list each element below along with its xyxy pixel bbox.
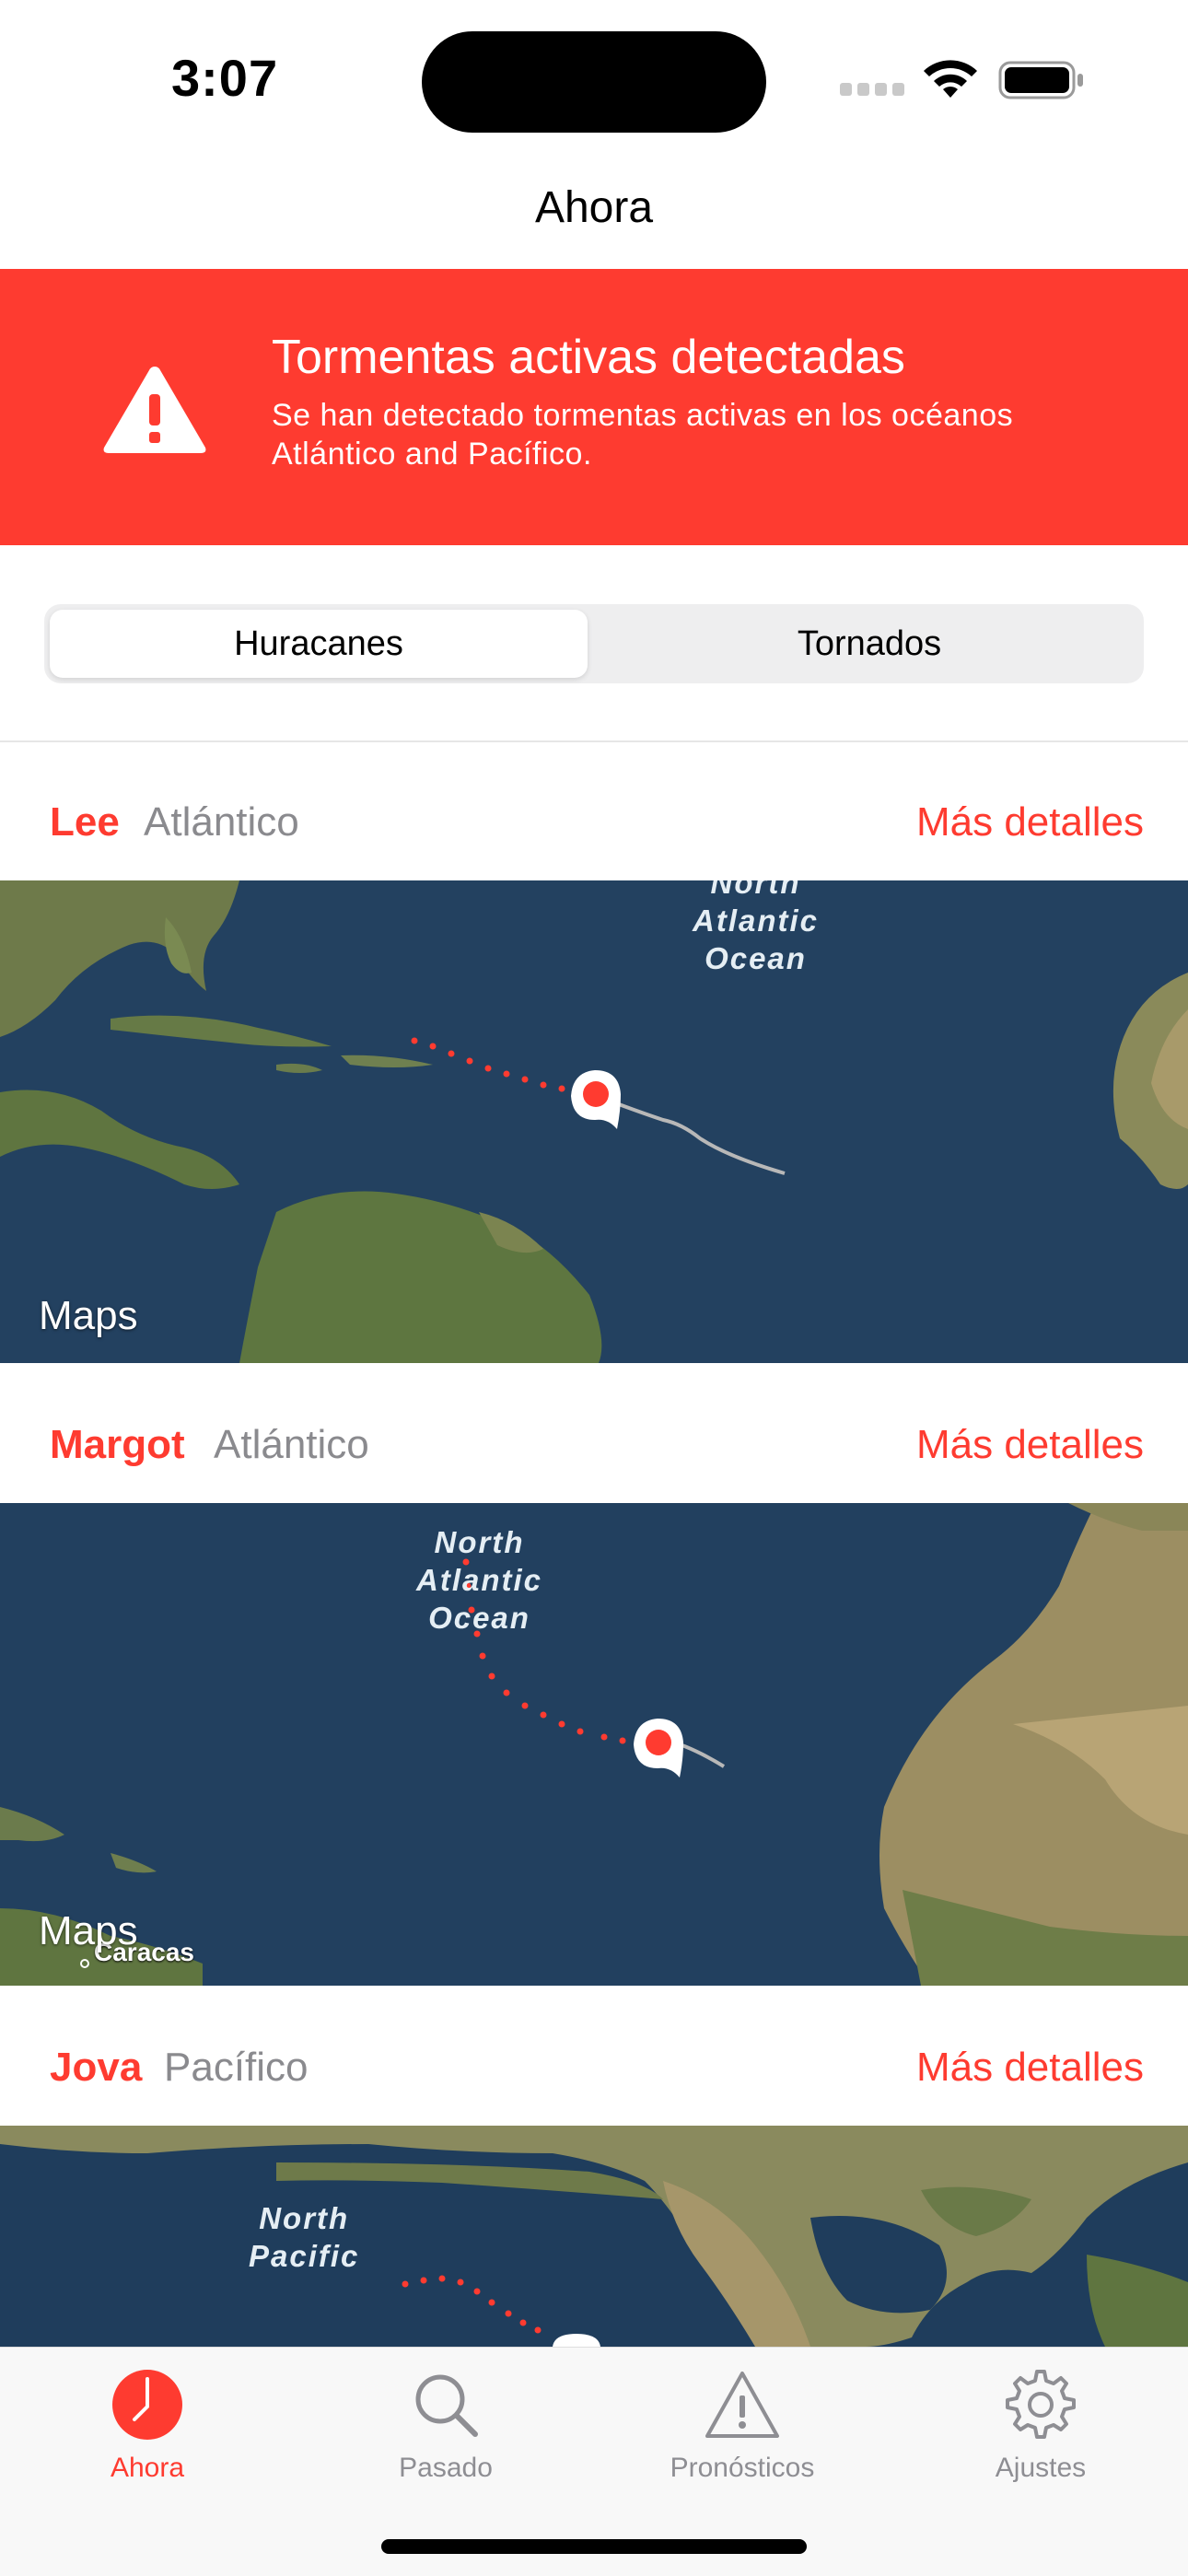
- storm-header-margot: Margot Atlántico Más detalles: [0, 1393, 1188, 1503]
- ocean-label: North Pacific: [249, 2201, 360, 2273]
- magnifier-icon: [415, 2374, 478, 2437]
- more-details-link[interactable]: Más detalles: [916, 1422, 1144, 1468]
- tab-ahora[interactable]: Ahora: [28, 2366, 267, 2484]
- ocean-label: North Atlantic Ocean: [693, 880, 820, 975]
- apple-maps-logo[interactable]: Maps: [39, 1293, 138, 1339]
- tab-pronosticos[interactable]: Pronósticos: [623, 2366, 862, 2484]
- status-time: 3:07: [171, 49, 279, 107]
- gear-icon: [1006, 2370, 1076, 2439]
- satellite-map: [0, 1503, 1188, 1986]
- tab-label: Pasado: [399, 2453, 493, 2483]
- home-indicator: [381, 2539, 807, 2554]
- battery-icon: [998, 61, 1083, 99]
- storm-type-segmented-control: Huracanes Tornados: [44, 604, 1144, 683]
- page-title: Ahora: [534, 183, 654, 232]
- clock-icon: [112, 2370, 182, 2440]
- tab-bar: Ahora Pasado Pronósticos Ajustes: [0, 2347, 1188, 2576]
- segment-tornados[interactable]: Tornados: [600, 610, 1138, 678]
- alert-title: Tormentas activas detectadas: [272, 331, 905, 384]
- storm-header-lee: Lee Atlántico Más detalles: [0, 770, 1188, 880]
- satellite-map: [0, 2126, 1188, 2347]
- warning-triangle-icon: [103, 367, 206, 453]
- segment-huracanes[interactable]: Huracanes: [50, 610, 588, 678]
- warning-triangle-icon: [705, 2372, 779, 2438]
- status-bar: 3:07: [0, 0, 1188, 157]
- storm-map-lee[interactable]: North Atlantic Ocean Maps: [0, 880, 1188, 1363]
- storm-name: Lee: [50, 799, 120, 845]
- more-details-link[interactable]: Más detalles: [916, 2045, 1144, 2091]
- storm-name: Margot: [50, 1422, 185, 1467]
- storm-map-margot[interactable]: North Atlantic Ocean Caracas Maps: [0, 1503, 1188, 1986]
- storm-header-jova: Jova Pacífico Más detalles: [0, 2015, 1188, 2126]
- divider: [0, 740, 1188, 742]
- apple-maps-logo[interactable]: Maps: [39, 1908, 138, 1954]
- storm-name: Jova: [50, 2045, 143, 2090]
- ocean-label: North Atlantic Ocean: [416, 1525, 543, 1635]
- cellular-signal-icon: [840, 83, 906, 96]
- active-storms-alert: Tormentas activas detectadas Se han dete…: [0, 269, 1188, 545]
- storm-map-jova[interactable]: North Pacific: [0, 2126, 1188, 2347]
- more-details-link[interactable]: Más detalles: [916, 799, 1144, 845]
- storm-ocean: Pacífico: [164, 2045, 309, 2090]
- tab-label: Pronósticos: [670, 2453, 815, 2483]
- tab-ajustes[interactable]: Ajustes: [921, 2366, 1160, 2484]
- storm-ocean: Atlántico: [144, 799, 299, 845]
- wifi-icon: [924, 60, 977, 98]
- alert-message: Se han detectado tormentas activas en lo…: [272, 398, 1014, 472]
- satellite-map: [0, 880, 1188, 1363]
- dynamic-island: [422, 31, 766, 133]
- tab-label: Ajustes: [995, 2453, 1087, 2483]
- storm-ocean: Atlántico: [214, 1422, 369, 1467]
- tab-pasado[interactable]: Pasado: [326, 2366, 565, 2484]
- tab-label: Ahora: [110, 2453, 185, 2483]
